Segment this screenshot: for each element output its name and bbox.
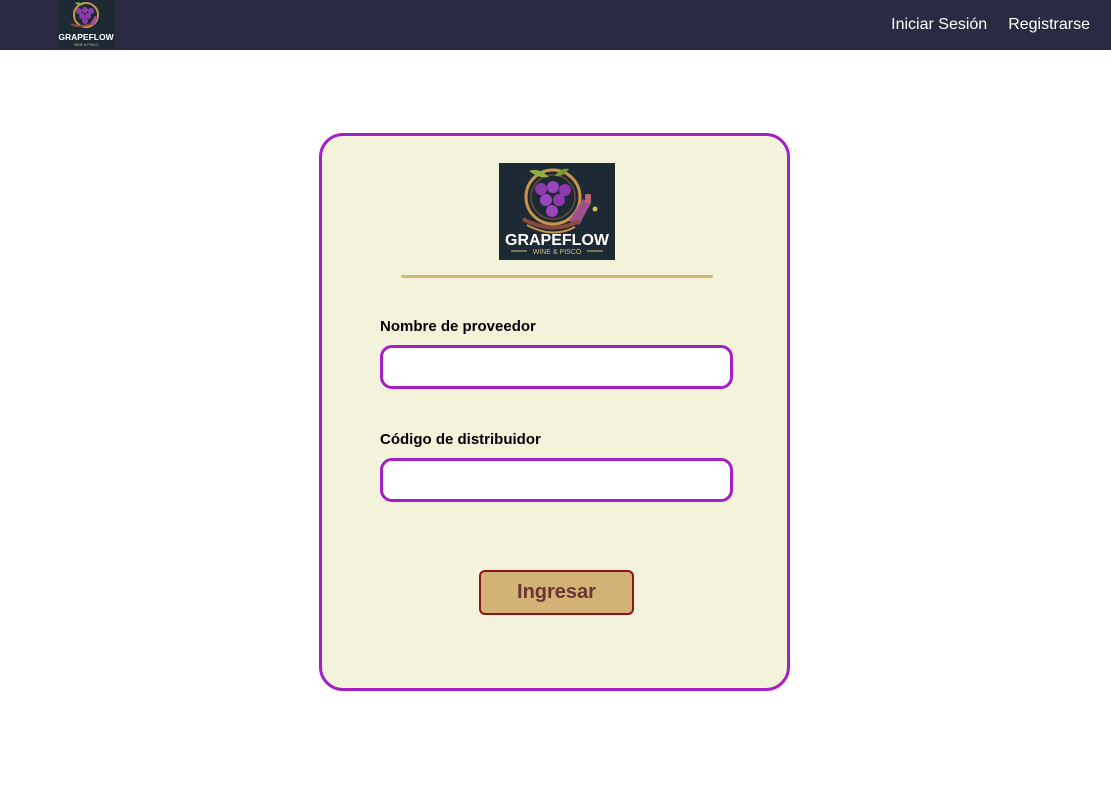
login-link[interactable]: Iniciar Sesión <box>891 16 987 34</box>
submit-button[interactable]: Ingresar <box>479 570 634 615</box>
top-navbar: GRAPEFLOW WINE & PISCO Iniciar Sesión Re… <box>0 0 1111 50</box>
divider <box>401 275 713 278</box>
grape-logo-icon: GRAPEFLOW WINE & PISCO <box>505 168 610 256</box>
distributor-code-label: Código de distribuidor <box>380 431 541 448</box>
card-logo: GRAPEFLOW WINE & PISCO <box>499 163 615 260</box>
nav-links: Iniciar Sesión Registrarse <box>891 0 1090 50</box>
logo-tagline: WINE & PISCO <box>74 43 99 47</box>
logo-wordmark: GRAPEFLOW <box>505 232 610 249</box>
logo-tagline: WINE & PISCO <box>533 249 582 256</box>
register-link[interactable]: Registrarse <box>1008 16 1090 34</box>
login-card: GRAPEFLOW WINE & PISCO Nombre de proveed… <box>319 133 790 691</box>
grapeflow-logo[interactable]: GRAPEFLOW WINE & PISCO <box>57 0 115 48</box>
distributor-code-input[interactable] <box>380 458 733 502</box>
supplier-name-input[interactable] <box>380 345 733 389</box>
logo-wordmark: GRAPEFLOW <box>58 32 114 42</box>
grape-logo-icon: GRAPEFLOW WINE & PISCO <box>58 2 115 47</box>
supplier-name-label: Nombre de proveedor <box>380 318 536 335</box>
